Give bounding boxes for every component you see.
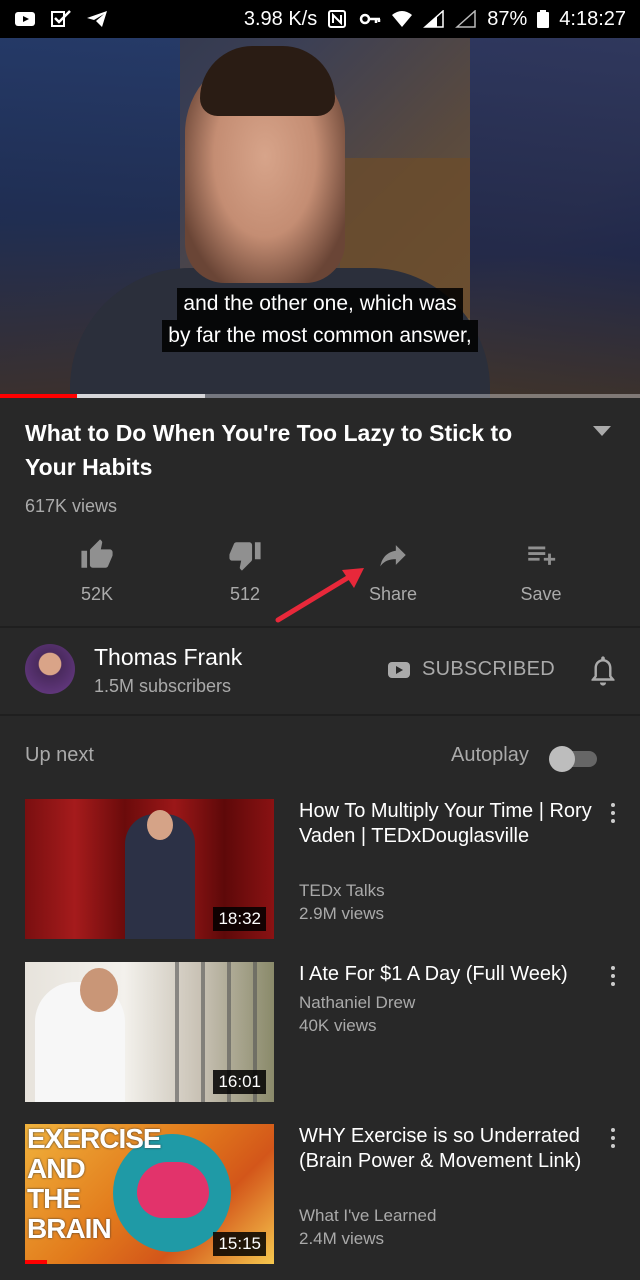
progress-played bbox=[0, 394, 77, 398]
video-item-channel: What I've Learned bbox=[299, 1206, 437, 1225]
person-figure bbox=[35, 968, 125, 1102]
duration-badge: 16:01 bbox=[213, 1070, 266, 1094]
network-speed: 3.98 K/s bbox=[243, 7, 318, 30]
more-options-icon[interactable] bbox=[609, 966, 617, 988]
subscriber-count: 1.5M subscribers bbox=[94, 676, 232, 696]
progress-buffered bbox=[76, 394, 205, 398]
youtube-small-icon bbox=[388, 661, 410, 678]
video-title: What to Do When You're Too Lazy to Stick… bbox=[25, 420, 513, 480]
status-bar: 3.98 K/s 87% 4:18:27 bbox=[0, 0, 640, 38]
battery-percent: 87% bbox=[487, 7, 528, 30]
video-item-views: 2.4M views bbox=[299, 1229, 385, 1248]
dislike-count: 512 bbox=[229, 584, 261, 604]
channel-name[interactable]: Thomas Frank bbox=[94, 644, 242, 671]
wifi-icon bbox=[392, 11, 413, 27]
share-icon bbox=[380, 545, 406, 567]
signal-secondary-icon bbox=[455, 10, 476, 28]
like-count: 52K bbox=[80, 584, 114, 604]
duration-badge: 15:15 bbox=[213, 1232, 266, 1256]
thumbnail-text: EXERCISE AND THE BRAIN bbox=[27, 1124, 162, 1244]
expand-description-icon[interactable] bbox=[593, 426, 611, 436]
progress-bar[interactable] bbox=[0, 394, 640, 398]
more-options-icon[interactable] bbox=[609, 1128, 617, 1150]
video-title-row[interactable]: What to Do When You're Too Lazy to Stick… bbox=[25, 416, 615, 484]
video-thumbnail[interactable]: 16:01 bbox=[25, 962, 274, 1102]
playlist-add-icon bbox=[528, 546, 556, 565]
video-item-views: 2.9M views bbox=[299, 904, 385, 923]
video-player[interactable]: and the other one, which was by far the … bbox=[0, 38, 640, 398]
avatar[interactable] bbox=[25, 644, 75, 694]
video-item-views: 40K views bbox=[299, 1016, 377, 1035]
nfc-icon bbox=[328, 10, 347, 28]
list-item[interactable]: EXERCISE AND THE BRAIN 15:15 WHY Exercis… bbox=[0, 1124, 640, 1264]
presenter-hair bbox=[200, 46, 335, 116]
more-options-icon[interactable] bbox=[609, 803, 617, 825]
up-next-header: Up next Autoplay bbox=[0, 740, 640, 780]
video-item-title[interactable]: WHY Exercise is so Underrated (Brain Pow… bbox=[299, 1124, 594, 1174]
divider bbox=[0, 714, 640, 716]
channel-row[interactable]: Thomas Frank 1.5M subscribers SUBSCRIBED bbox=[0, 630, 640, 714]
checkbox-notification-icon bbox=[51, 10, 71, 27]
autoplay-label: Autoplay bbox=[451, 744, 529, 766]
subscribed-label: SUBSCRIBED bbox=[422, 658, 556, 680]
share-label: Share bbox=[368, 584, 418, 604]
save-button[interactable]: Save bbox=[467, 538, 615, 614]
divider bbox=[0, 626, 640, 628]
watched-progress bbox=[25, 1260, 47, 1264]
caption-line: and the other one, which was bbox=[177, 288, 463, 320]
list-item[interactable]: 18:32 How To Multiply Your Time | Rory V… bbox=[0, 799, 640, 939]
captions: and the other one, which was by far the … bbox=[0, 288, 640, 352]
autoplay-toggle[interactable] bbox=[549, 746, 597, 772]
list-item[interactable]: 16:01 I Ate For $1 A Day (Full Week) Nat… bbox=[0, 962, 640, 1102]
toggle-knob bbox=[549, 746, 575, 772]
video-item-channel: TEDx Talks bbox=[299, 881, 385, 900]
video-item-title[interactable]: I Ate For $1 A Day (Full Week) bbox=[299, 962, 594, 987]
annotation-arrow-icon bbox=[275, 568, 364, 623]
thumbs-down-icon bbox=[229, 542, 261, 571]
save-label: Save bbox=[520, 584, 562, 604]
clock: 4:18:27 bbox=[559, 7, 626, 30]
thumbs-up-icon bbox=[81, 539, 113, 568]
duration-badge: 18:32 bbox=[213, 907, 266, 931]
video-item-channel: Nathaniel Drew bbox=[299, 993, 416, 1012]
like-button[interactable]: 52K bbox=[23, 538, 171, 614]
signal-icon bbox=[423, 10, 444, 28]
youtube-notification-icon bbox=[15, 12, 35, 26]
caption-line: by far the most common answer, bbox=[162, 320, 478, 352]
video-thumbnail[interactable]: 18:32 bbox=[25, 799, 274, 939]
video-item-title[interactable]: How To Multiply Your Time | Rory Vaden |… bbox=[299, 799, 594, 849]
up-next-label: Up next bbox=[25, 744, 94, 766]
subscribed-button[interactable]: SUBSCRIBED bbox=[388, 658, 555, 681]
speaker-figure bbox=[125, 810, 195, 939]
telegram-notification-icon bbox=[87, 11, 107, 27]
battery-icon bbox=[537, 10, 550, 28]
view-count: 617K views bbox=[25, 496, 118, 516]
notification-bell-icon[interactable] bbox=[588, 654, 618, 688]
vpn-key-icon bbox=[359, 13, 381, 25]
video-thumbnail[interactable]: EXERCISE AND THE BRAIN 15:15 bbox=[25, 1124, 274, 1264]
